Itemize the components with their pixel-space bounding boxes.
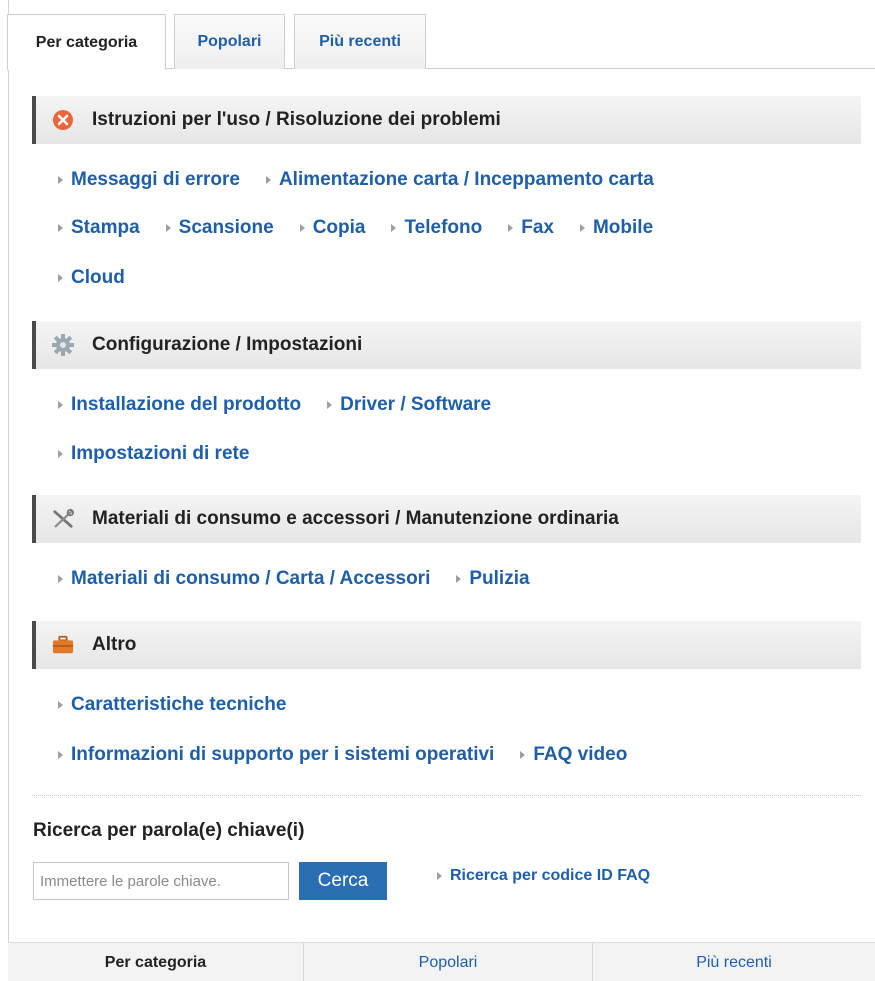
link-installazione-prodotto[interactable]: Installazione del prodotto: [58, 394, 301, 416]
link-ricerca-codice-id-faq[interactable]: Ricerca per codice ID FAQ: [437, 864, 650, 888]
link-caratteristiche-tecniche[interactable]: Caratteristiche tecniche: [58, 694, 286, 716]
dotted-divider: [32, 795, 861, 796]
link-driver-software[interactable]: Driver / Software: [327, 394, 491, 416]
tab-popolari[interactable]: Popolari: [174, 14, 285, 69]
section-title: Istruzioni per l'uso / Risoluzione dei p…: [92, 109, 501, 130]
triangle-right-icon: [58, 274, 63, 282]
bottom-tab-popolari[interactable]: Popolari: [304, 943, 593, 981]
link-impostazioni-di-rete[interactable]: Impostazioni di rete: [58, 443, 249, 465]
section-header-configurazione: Configurazione / Impostazioni: [32, 321, 861, 369]
link-messaggi-di-errore[interactable]: Messaggi di errore: [58, 169, 240, 191]
link-informazioni-supporto-os[interactable]: Informazioni di supporto per i sistemi o…: [58, 744, 494, 766]
bottom-tab-piu-recenti[interactable]: Più recenti: [593, 943, 875, 981]
triangle-right-icon: [299, 224, 305, 232]
link-mobile[interactable]: Mobile: [579, 217, 653, 239]
triangle-right-icon: [58, 450, 63, 458]
link-row: Impostazioni di rete: [58, 441, 275, 467]
section-title: Configurazione / Impostazioni: [92, 334, 363, 355]
link-row: Messaggi di errore Alimentazione carta /…: [58, 167, 680, 193]
triangle-right-icon: [520, 751, 526, 759]
search-title: Ricerca per parola(e) chiave(i): [33, 820, 305, 841]
triangle-right-icon: [58, 401, 63, 409]
link-fax[interactable]: Fax: [508, 217, 554, 239]
link-stampa[interactable]: Stampa: [58, 217, 140, 239]
link-telefono[interactable]: Telefono: [391, 217, 482, 239]
triangle-right-icon: [58, 751, 63, 759]
triangle-right-icon: [508, 224, 514, 232]
error-x-icon: [52, 109, 74, 131]
search-button[interactable]: Cerca: [299, 862, 387, 900]
link-row: Caratteristiche tecniche: [58, 692, 312, 718]
bottom-tab-per-categoria[interactable]: Per categoria: [8, 943, 304, 981]
link-row: Installazione del prodotto Driver / Soft…: [58, 392, 517, 418]
tab-piu-recenti[interactable]: Più recenti: [294, 14, 426, 69]
triangle-right-icon: [265, 176, 271, 184]
section-title: Altro: [92, 634, 137, 655]
tab-bar: Per categoria Popolari Più recenti: [7, 14, 875, 70]
section-title: Materiali di consumo e accessori / Manut…: [92, 508, 619, 529]
tools-icon: [52, 508, 74, 530]
triangle-right-icon: [58, 224, 63, 232]
briefcase-icon: [52, 634, 74, 656]
section-header-materiali: Materiali di consumo e accessori / Manut…: [32, 495, 861, 543]
triangle-right-icon: [437, 872, 442, 880]
triangle-right-icon: [579, 224, 585, 232]
link-row: Stampa Scansione Copia Telefono Fax Mobi…: [58, 215, 679, 241]
section-header-istruzioni: Istruzioni per l'uso / Risoluzione dei p…: [32, 96, 861, 144]
link-row: Cloud: [58, 265, 151, 291]
link-materiali-di-consumo[interactable]: Materiali di consumo / Carta / Accessori: [58, 568, 430, 590]
link-row: Informazioni di supporto per i sistemi o…: [58, 742, 653, 768]
triangle-right-icon: [58, 176, 63, 184]
triangle-right-icon: [58, 701, 63, 709]
link-scansione[interactable]: Scansione: [165, 217, 274, 239]
link-pulizia[interactable]: Pulizia: [456, 568, 530, 590]
bottom-tab-bar: Per categoria Popolari Più recenti: [8, 942, 875, 981]
triangle-right-icon: [456, 575, 462, 583]
link-faq-video[interactable]: FAQ video: [520, 744, 627, 766]
triangle-right-icon: [165, 224, 171, 232]
link-alimentazione-carta[interactable]: Alimentazione carta / Inceppamento carta: [265, 169, 654, 191]
search-input[interactable]: [33, 862, 289, 900]
triangle-right-icon: [391, 224, 397, 232]
link-row: Materiali di consumo / Carta / Accessori…: [58, 566, 556, 592]
triangle-right-icon: [327, 401, 333, 409]
link-copia[interactable]: Copia: [299, 217, 365, 239]
gear-icon: [52, 334, 74, 356]
tab-per-categoria[interactable]: Per categoria: [7, 14, 166, 70]
link-cloud[interactable]: Cloud: [58, 267, 125, 289]
section-header-altro: Altro: [32, 621, 861, 669]
triangle-right-icon: [58, 575, 63, 583]
